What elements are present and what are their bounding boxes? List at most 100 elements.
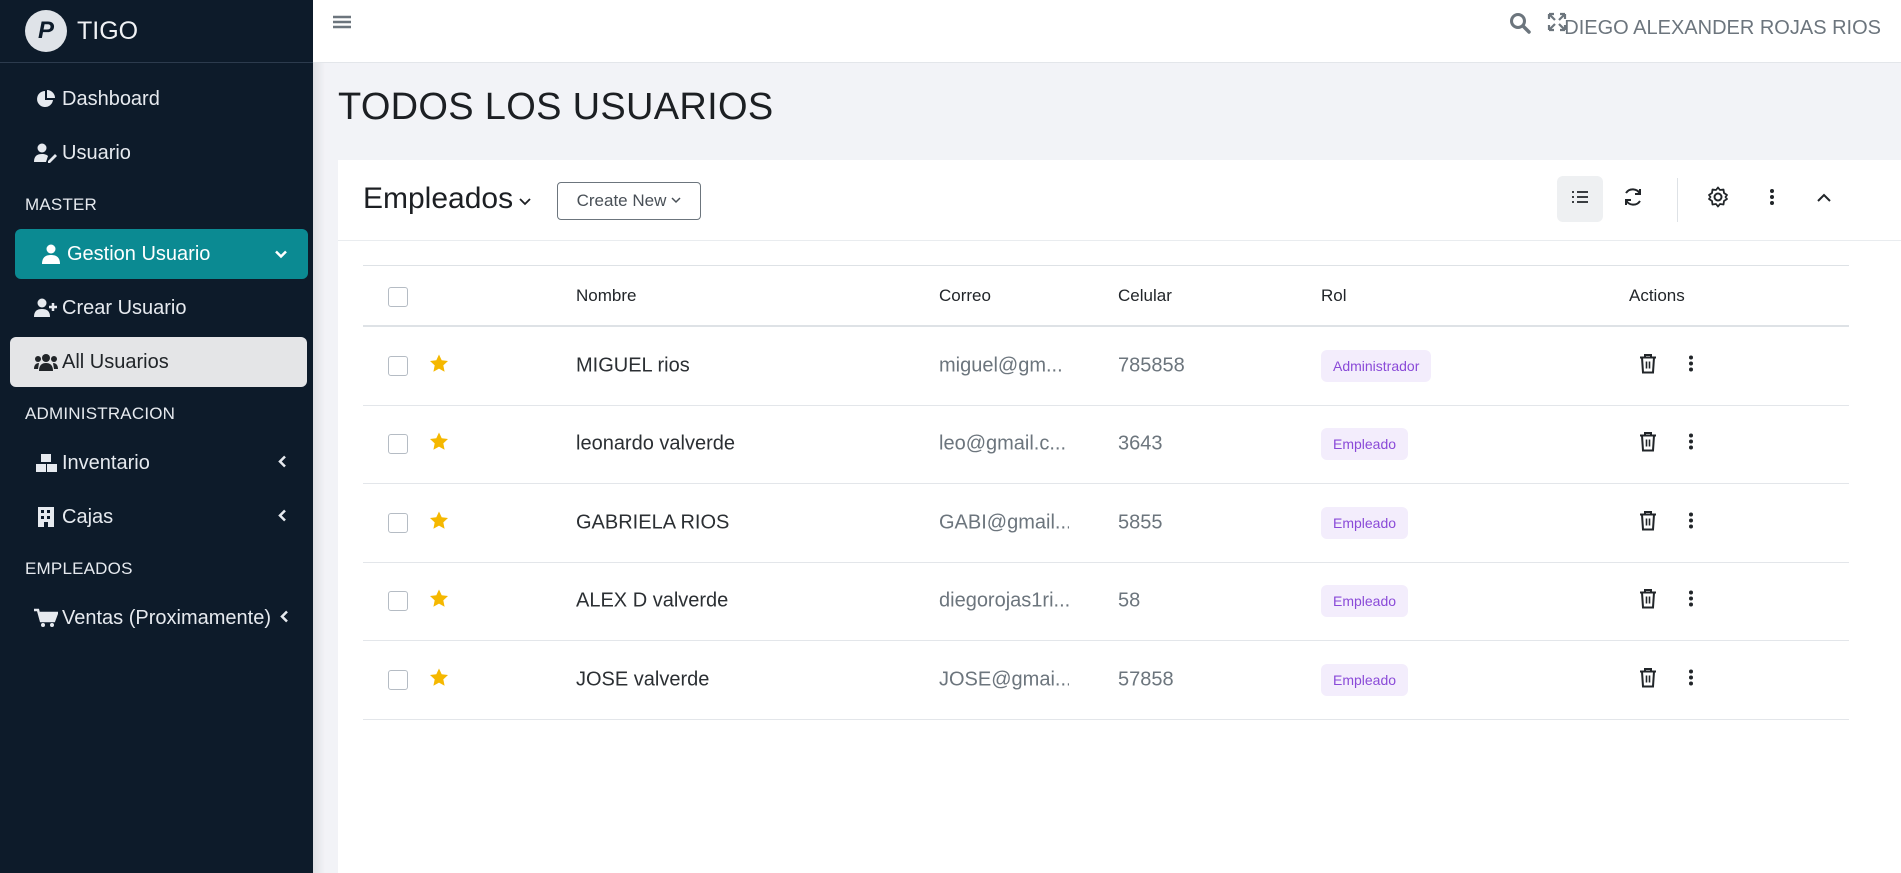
more-vertical-icon[interactable]: [1688, 668, 1694, 691]
list-view-button[interactable]: [1557, 176, 1603, 222]
user-name-cell: leonardo valverde: [576, 432, 735, 455]
table-header: Nombre Correo Celular Rol Actions: [363, 265, 1849, 327]
chevron-left-icon: [279, 607, 289, 630]
chart-pie-icon: [34, 88, 58, 110]
column-header-actions: Actions: [1629, 286, 1685, 305]
table-row[interactable]: MIGUEL rios miguel@gm... 785858 Administ…: [363, 327, 1849, 406]
chevron-down-icon: [274, 243, 288, 266]
user-email-cell: GABI@gmail...: [939, 511, 1069, 534]
sidebar-item-inventario[interactable]: Inventario: [10, 438, 307, 488]
create-new-label: Create New: [576, 191, 667, 210]
trash-icon[interactable]: [1639, 353, 1657, 378]
page-title: TODOS LOS USUARIOS: [338, 86, 774, 128]
user-email-cell: miguel@gm...: [939, 354, 1063, 377]
user-name-cell: GABRIELA RIOS: [576, 511, 730, 534]
role-badge: Empleado: [1321, 663, 1409, 696]
chevron-down-icon: [671, 195, 681, 207]
more-vertical-icon[interactable]: [1688, 354, 1694, 377]
section-header-administracion: ADMINISTRACION: [25, 404, 176, 423]
table-row[interactable]: ALEX D valverde diegorojas1ri... 58 Empl…: [363, 563, 1849, 641]
star-icon[interactable]: [429, 511, 449, 535]
more-vertical-icon[interactable]: [1688, 590, 1694, 613]
column-header-rol[interactable]: Rol: [1321, 286, 1347, 306]
column-header-nombre[interactable]: Nombre: [576, 286, 636, 306]
card-title: Empleados: [363, 182, 514, 215]
create-new-button[interactable]: Create New: [557, 182, 701, 220]
refresh-button[interactable]: [1610, 176, 1656, 222]
more-options-button[interactable]: [1749, 176, 1795, 222]
sidebar-item-label: All Usuarios: [62, 350, 169, 373]
select-all-checkbox[interactable]: [388, 287, 408, 307]
sidebar-item-crear-usuario[interactable]: Crear Usuario: [10, 283, 307, 333]
chevron-left-icon: [277, 506, 287, 529]
sidebar-item-label: Inventario: [62, 451, 150, 474]
sidebar-item-cajas[interactable]: Cajas: [10, 492, 307, 542]
collapse-button[interactable]: [1801, 176, 1847, 222]
star-icon[interactable]: [429, 432, 449, 456]
sidebar-item-ventas[interactable]: Ventas (Proximamente): [10, 593, 307, 643]
role-badge: Administrador: [1321, 349, 1432, 382]
table-row[interactable]: JOSE valverde JOSE@gmai... 57858 Emplead…: [363, 641, 1849, 720]
trash-icon[interactable]: [1639, 510, 1657, 535]
chevron-left-icon: [277, 452, 287, 475]
sidebar-item-label: Dashboard: [62, 87, 160, 110]
user-name[interactable]: DIEGO ALEXANDER ROJAS RIOS: [1564, 17, 1881, 40]
card-title-dropdown[interactable]: Empleados: [363, 182, 531, 216]
settings-button[interactable]: [1695, 176, 1741, 222]
more-vertical-icon[interactable]: [1688, 433, 1694, 456]
user-edit-icon: [34, 142, 58, 164]
topbar: DIEGO ALEXANDER ROJAS RIOS: [313, 0, 1901, 63]
role-badge: Empleado: [1321, 585, 1409, 618]
row-checkbox[interactable]: [388, 355, 408, 376]
gear-icon: [1707, 186, 1729, 213]
sidebar-item-label: Cajas: [62, 505, 114, 528]
search-icon[interactable]: [1509, 12, 1531, 39]
sidebar-item-all-usuarios[interactable]: All Usuarios: [10, 337, 307, 387]
user-plus-icon: [34, 297, 58, 319]
sidebar-item-usuario[interactable]: Usuario: [10, 128, 307, 178]
user-icon: [39, 243, 63, 265]
star-icon[interactable]: [429, 354, 449, 378]
user-phone-cell: 785858: [1118, 354, 1185, 377]
refresh-icon: [1622, 186, 1644, 213]
star-icon[interactable]: [429, 589, 449, 613]
sidebar-item-label: Gestion Usuario: [67, 242, 211, 265]
user-name-cell: JOSE valverde: [576, 668, 710, 691]
more-vertical-icon[interactable]: [1688, 511, 1694, 534]
users-icon: [34, 351, 58, 373]
sidebar-item-dashboard[interactable]: Dashboard: [10, 74, 307, 124]
user-email-cell: diegorojas1ri...: [939, 589, 1069, 612]
brand-logo: P: [25, 10, 67, 52]
toolbar-divider: [1677, 178, 1678, 222]
cash-register-icon: [34, 506, 58, 528]
hamburger-menu-icon[interactable]: [333, 12, 351, 37]
cart-icon: [34, 607, 58, 629]
trash-icon[interactable]: [1639, 667, 1657, 692]
row-checkbox[interactable]: [388, 512, 408, 533]
user-phone-cell: 57858: [1118, 668, 1174, 691]
more-vertical-icon: [1769, 188, 1775, 211]
row-checkbox[interactable]: [388, 591, 408, 612]
row-checkbox[interactable]: [388, 669, 408, 690]
chevron-down-icon: [519, 193, 531, 209]
row-checkbox[interactable]: [388, 434, 408, 455]
user-email-cell: leo@gmail.c...: [939, 432, 1067, 455]
users-table: Nombre Correo Celular Rol Actions MIGUEL…: [363, 265, 1849, 720]
user-phone-cell: 58: [1118, 589, 1141, 612]
table-row[interactable]: leonardo valverde leo@gmail.c... 3643 Em…: [363, 406, 1849, 484]
sidebar-item-gestion-usuario[interactable]: Gestion Usuario: [15, 229, 308, 279]
section-header-master: MASTER: [25, 195, 98, 214]
trash-icon[interactable]: [1639, 432, 1657, 457]
list-icon: [1571, 190, 1589, 209]
user-phone-cell: 5855: [1118, 511, 1163, 534]
brand[interactable]: P TIGO: [0, 0, 313, 63]
table-row[interactable]: GABRIELA RIOS GABI@gmail... 5855 Emplead…: [363, 484, 1849, 563]
star-icon[interactable]: [429, 668, 449, 692]
column-header-correo[interactable]: Correo: [939, 286, 991, 306]
sidebar-item-label: Ventas (Proximamente): [62, 606, 271, 629]
column-header-celular[interactable]: Celular: [1118, 286, 1172, 306]
user-name-cell: MIGUEL rios: [576, 354, 690, 377]
trash-icon[interactable]: [1639, 589, 1657, 614]
sidebar-item-label: Crear Usuario: [62, 296, 187, 319]
role-badge: Empleado: [1321, 506, 1409, 539]
